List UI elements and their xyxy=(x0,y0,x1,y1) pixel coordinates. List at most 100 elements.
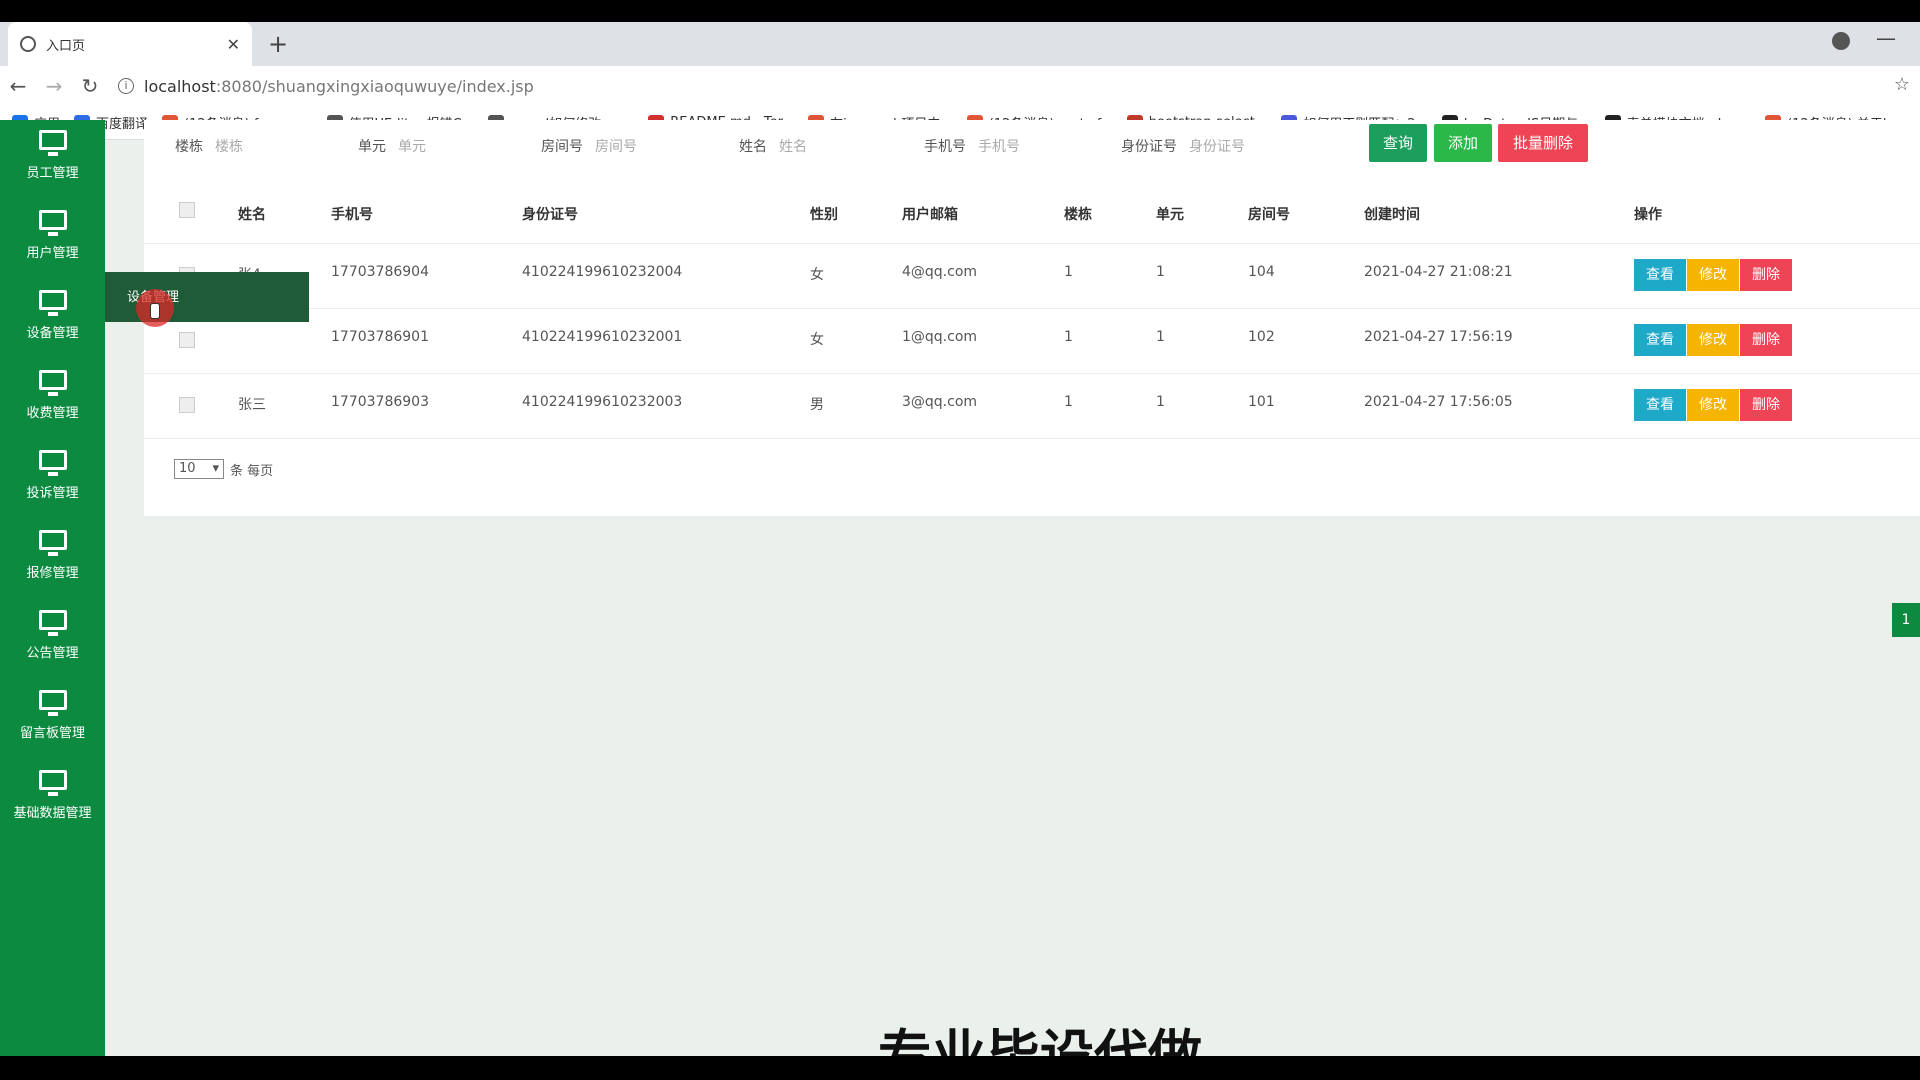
new-tab-icon[interactable]: + xyxy=(268,30,288,58)
view-button[interactable]: 查看 xyxy=(1634,389,1686,421)
monitor-icon xyxy=(38,370,67,396)
cell-unit: 1 xyxy=(1156,394,1165,410)
row-checkbox[interactable] xyxy=(179,332,195,348)
cell-name: 张三 xyxy=(238,397,266,413)
close-tab-icon[interactable]: ✕ xyxy=(227,35,240,54)
delete-button[interactable]: 删除 xyxy=(1740,259,1792,291)
search-input[interactable]: 楼栋 xyxy=(215,139,243,155)
bookmark-star-icon[interactable]: ☆ xyxy=(1894,74,1910,95)
cell-building: 1 xyxy=(1064,264,1073,280)
view-button[interactable]: 查看 xyxy=(1634,324,1686,356)
col-header-building: 楼栋 xyxy=(1064,207,1092,223)
search-input[interactable]: 房间号 xyxy=(595,139,637,155)
cell-unit: 1 xyxy=(1156,264,1165,280)
row-checkbox[interactable] xyxy=(179,397,195,413)
monitor-icon xyxy=(38,130,67,156)
cell-created: 2021-04-27 17:56:05 xyxy=(1364,394,1513,410)
delete-button[interactable]: 删除 xyxy=(1740,389,1792,421)
col-header-created: 创建时间 xyxy=(1364,207,1420,223)
sidebar-item[interactable]: 用户管理 xyxy=(0,200,105,280)
edit-button[interactable]: 修改 xyxy=(1687,389,1739,421)
search-input[interactable]: 手机号 xyxy=(978,139,1020,155)
content-card: 楼栋 楼栋 单元 单元 房间号 房间号 姓名 姓名 手机号 手机号 身份证号 身份证号 查询 添加 批量删除… xyxy=(144,120,1920,516)
cell-gender: 男 xyxy=(810,397,824,413)
info-icon[interactable]: i xyxy=(118,78,134,94)
col-header-name: 姓名 xyxy=(238,207,266,223)
sidebar-item[interactable]: 留言板管理 xyxy=(0,680,105,760)
monitor-icon xyxy=(38,610,67,636)
monitor-icon xyxy=(38,450,67,476)
cell-room: 104 xyxy=(1248,264,1275,280)
browser-tab-strip: 入口页 ✕ + — xyxy=(0,22,1920,66)
address-bar: ← → ↻ i localhost:8080/shuangxingxiaoquw… xyxy=(0,66,1920,106)
sidebar-item-label: 留言板管理 xyxy=(19,726,85,741)
search-input[interactable]: 单元 xyxy=(398,139,426,155)
cell-id-card: 410224199610232004 xyxy=(522,264,683,280)
profile-icon[interactable] xyxy=(1832,32,1850,50)
cell-phone: 17703786903 xyxy=(331,394,429,410)
add-button[interactable]: 添加 xyxy=(1434,124,1492,162)
sidebar-item-label: 员工管理 xyxy=(26,166,79,181)
sidebar-item-label: 投诉管理 xyxy=(26,486,79,501)
minimize-icon[interactable]: — xyxy=(1876,26,1896,50)
tab-title: 入口页 xyxy=(46,38,86,54)
col-header-id-card: 身份证号 xyxy=(522,207,578,223)
sidebar-item[interactable]: 设备管理 xyxy=(0,280,105,360)
video-caption: 专业毕设代做 xyxy=(878,1024,1202,1056)
reload-icon[interactable]: ↻ xyxy=(72,74,108,98)
sidebar-item[interactable]: 基础数据管理 xyxy=(0,760,105,840)
cell-id-card: 410224199610232003 xyxy=(522,394,683,410)
browser-tab[interactable]: 入口页 ✕ xyxy=(8,22,252,66)
search-field: 姓名 姓名 xyxy=(739,136,807,156)
search-field-label: 楼栋 xyxy=(175,139,203,155)
table-row: 17703786901 410224199610232001 女 1@qq.com 1 1… xyxy=(144,309,1920,374)
search-field: 楼栋 楼栋 xyxy=(175,136,243,156)
sidebar-item[interactable]: 公告管理 xyxy=(0,600,105,680)
sidebar-item[interactable]: 收费管理 xyxy=(0,360,105,440)
sidebar-item[interactable]: 投诉管理 xyxy=(0,440,105,520)
pagination: 10 条 每页 xyxy=(174,459,273,479)
query-button[interactable]: 查询 xyxy=(1369,124,1427,162)
sidebar-item[interactable]: 报修管理 xyxy=(0,520,105,600)
monitor-icon xyxy=(38,290,67,316)
sidebar-hover-tooltip: 设备管理 xyxy=(105,272,309,322)
cell-gender: 女 xyxy=(810,267,824,283)
search-input[interactable]: 身份证号 xyxy=(1189,139,1245,155)
table-row: 张三 17703786903 410224199610232003 男 3@qq.com… xyxy=(144,374,1920,439)
forward-icon[interactable]: → xyxy=(36,74,72,98)
delete-button[interactable]: 删除 xyxy=(1740,324,1792,356)
col-header-actions: 操作 xyxy=(1634,207,1662,223)
search-field: 单元 单元 xyxy=(358,136,426,156)
select-all-checkbox[interactable] xyxy=(179,202,195,218)
url-path: :8080/shuangxingxiaoquwuye/index.jsp xyxy=(215,76,534,96)
cell-building: 1 xyxy=(1064,394,1073,410)
monitor-icon xyxy=(38,210,67,236)
cell-email: 3@qq.com xyxy=(902,394,978,410)
url-field[interactable]: i localhost:8080/shuangxingxiaoquwuye/in… xyxy=(118,77,534,96)
search-input[interactable]: 姓名 xyxy=(779,139,807,155)
back-icon[interactable]: ← xyxy=(0,74,36,98)
batch-delete-button[interactable]: 批量删除 xyxy=(1498,124,1588,162)
sidebar: 员工管理用户管理设备管理收费管理投诉管理报修管理 公告管理留言板管理基础数据管理 xyxy=(0,120,105,1056)
page-button-current[interactable]: 1 xyxy=(1892,603,1920,637)
cell-unit: 1 xyxy=(1156,329,1165,345)
search-field-label: 身份证号 xyxy=(1121,139,1177,155)
col-header-phone: 手机号 xyxy=(331,207,373,223)
edit-button[interactable]: 修改 xyxy=(1687,324,1739,356)
cell-phone: 17703786901 xyxy=(331,329,429,345)
col-header-email: 用户邮箱 xyxy=(902,207,958,223)
view-button[interactable]: 查看 xyxy=(1634,259,1686,291)
cell-room: 101 xyxy=(1248,394,1275,410)
sidebar-item[interactable]: 员工管理 xyxy=(0,120,105,200)
search-field-label: 单元 xyxy=(358,139,386,155)
url-host: localhost xyxy=(144,76,216,96)
page-size-select[interactable]: 10 xyxy=(174,459,224,479)
sidebar-item-label: 设备管理 xyxy=(26,326,79,341)
top-letterbox xyxy=(0,0,1920,22)
monitor-icon xyxy=(38,690,67,716)
search-field-label: 房间号 xyxy=(541,139,583,155)
search-form: 楼栋 楼栋 单元 单元 房间号 房间号 姓名 姓名 手机号 手机号 身份证号 身份证号 查询 添加 批量删除 xyxy=(144,120,1920,182)
cell-id-card: 410224199610232001 xyxy=(522,329,683,345)
col-header-gender: 性别 xyxy=(810,207,838,223)
edit-button[interactable]: 修改 xyxy=(1687,259,1739,291)
